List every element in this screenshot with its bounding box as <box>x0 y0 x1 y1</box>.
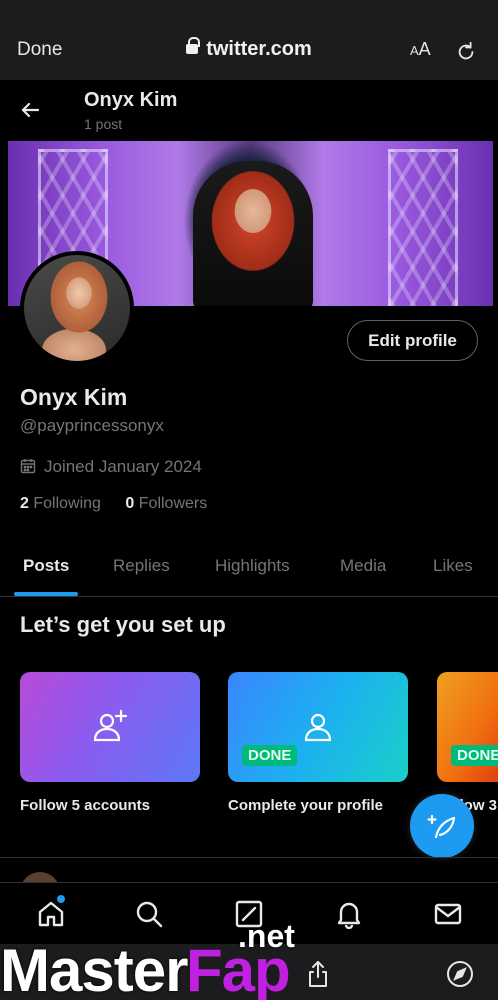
messages-icon[interactable] <box>433 899 463 929</box>
browser-top-bar: Done twitter.com AA <box>0 8 498 80</box>
calendar-icon <box>20 459 36 474</box>
home-icon[interactable] <box>36 899 66 929</box>
back-arrow-icon[interactable] <box>18 98 42 122</box>
avatar[interactable] <box>20 251 134 365</box>
tab-highlights[interactable]: Highlights <box>215 556 290 576</box>
active-tab-indicator <box>14 592 78 596</box>
tab-likes[interactable]: Likes <box>433 556 473 576</box>
setup-card-third[interactable]: DONE <box>437 672 498 782</box>
watermark-net: .net <box>238 918 295 954</box>
compose-feather-icon <box>427 814 456 839</box>
compass-icon[interactable] <box>446 960 474 988</box>
watermark-master: Master <box>0 937 188 1000</box>
followers-link[interactable]: 0 Followers <box>125 495 207 512</box>
setup-title: Let’s get you set up <box>20 612 226 637</box>
setup-card-follow[interactable] <box>20 672 200 782</box>
following-link[interactable]: 2 Following <box>20 495 101 512</box>
banner-person <box>193 161 313 306</box>
joined-date: Joined January 2024 <box>20 457 202 477</box>
status-bar <box>0 0 498 8</box>
compose-post-button[interactable] <box>410 794 474 858</box>
header-post-count: 1 post <box>84 116 123 132</box>
tab-media[interactable]: Media <box>340 556 386 576</box>
profile-tabs: Posts Replies Highlights Media Likes <box>0 548 498 597</box>
banner-panel-decor <box>388 149 458 306</box>
setup-card-profile[interactable]: DONE <box>228 672 408 782</box>
done-badge: DONE <box>242 745 298 766</box>
profile-display-name: Onyx Kim <box>20 384 128 410</box>
reload-icon[interactable] <box>455 41 477 63</box>
share-icon[interactable] <box>306 960 330 988</box>
setup-card-label: Complete your profile <box>228 797 384 814</box>
text-size-button[interactable]: AA <box>410 39 431 60</box>
setup-card-label: Follow 5 accounts <box>20 797 151 814</box>
joined-text: Joined January 2024 <box>44 457 202 476</box>
follow-counts: 2 Following 0 Followers <box>20 495 207 513</box>
user-icon <box>304 713 332 742</box>
home-notification-dot <box>57 895 65 903</box>
browser-url-text: twitter.com <box>206 38 312 60</box>
add-user-icon <box>93 709 128 742</box>
tab-replies[interactable]: Replies <box>113 556 170 576</box>
profile-handle: @payprincessonyx <box>20 416 164 435</box>
section-divider <box>0 857 498 858</box>
edit-profile-button[interactable]: Edit profile <box>347 320 478 361</box>
notifications-icon[interactable] <box>334 899 364 929</box>
header-title: Onyx Kim <box>84 89 178 111</box>
search-icon[interactable] <box>134 899 164 929</box>
profile-header: Onyx Kim 1 post <box>0 80 498 140</box>
tab-posts[interactable]: Posts <box>23 556 69 576</box>
lock-icon <box>186 37 201 54</box>
done-badge: DONE <box>451 745 498 766</box>
